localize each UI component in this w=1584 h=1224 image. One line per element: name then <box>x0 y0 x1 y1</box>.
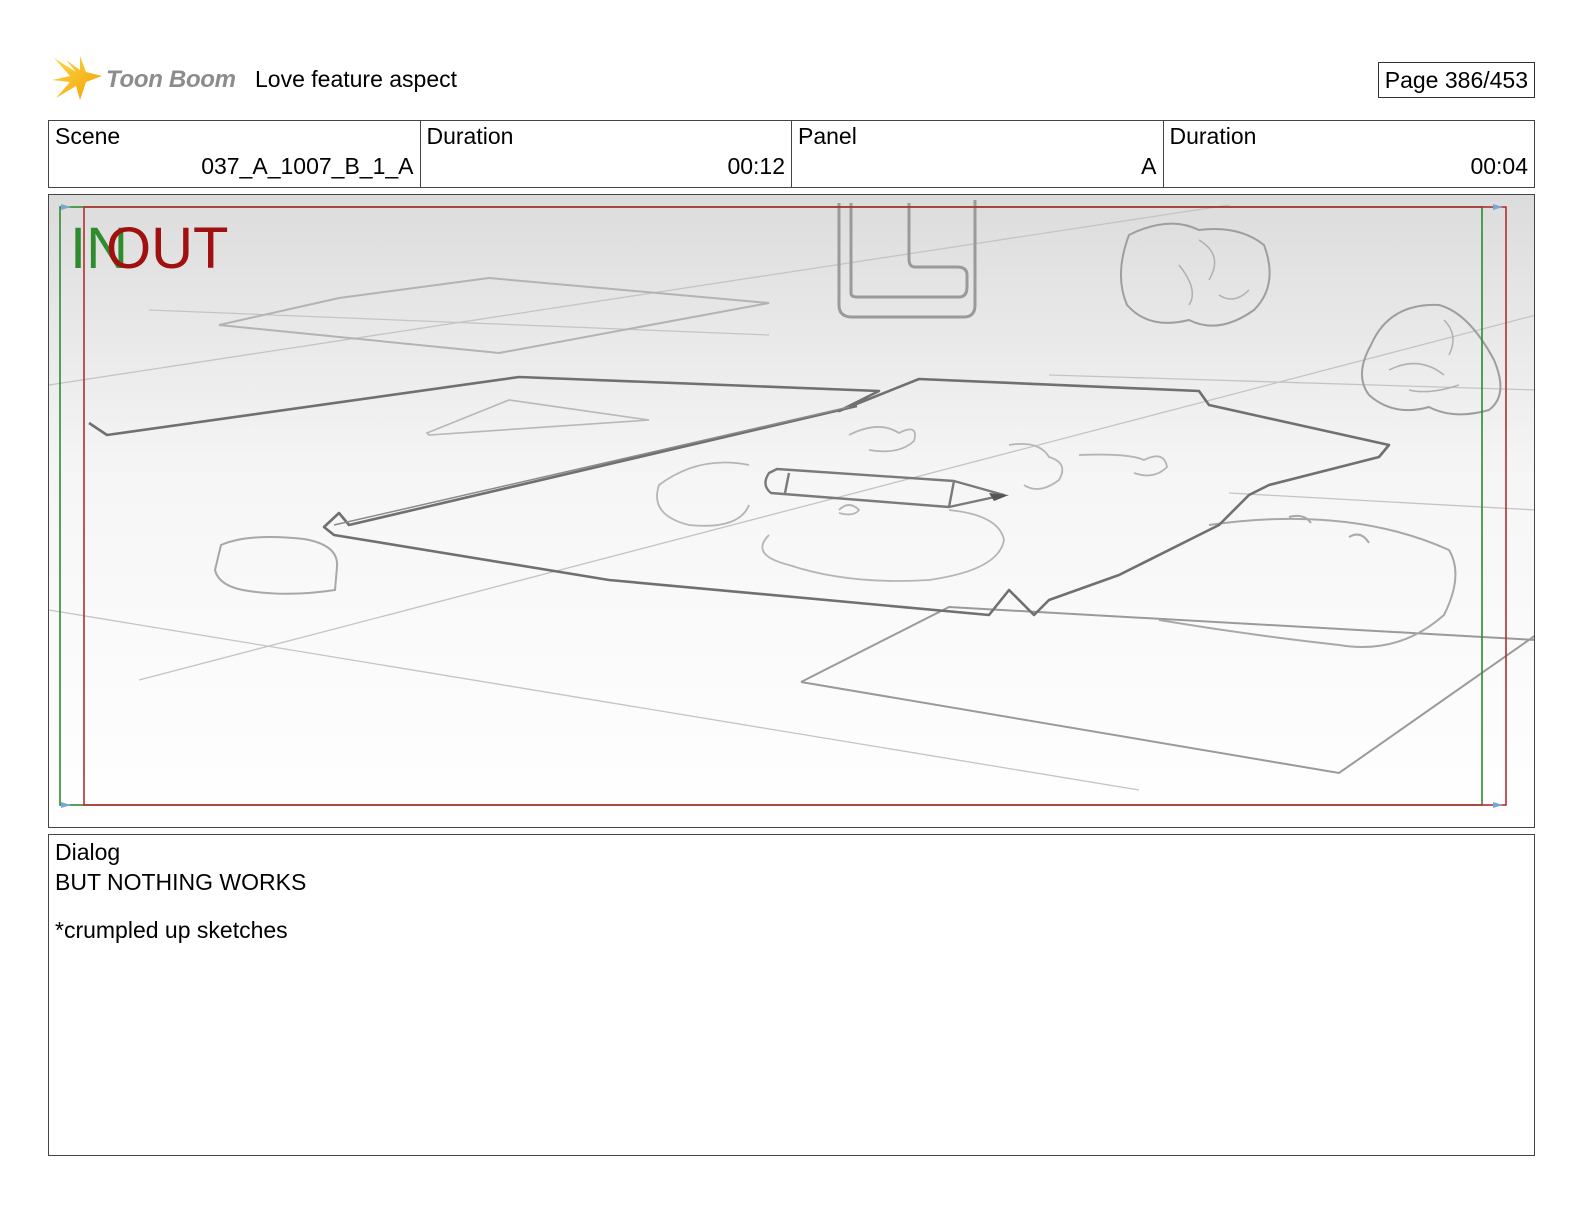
scene-duration-cell: Duration 00:12 <box>419 121 792 187</box>
star-burst-icon <box>52 56 102 100</box>
project-title: Love feature aspect <box>255 66 458 92</box>
storyboard-sketch <box>49 195 1534 827</box>
panel-duration-cell: Duration 00:04 <box>1162 121 1535 187</box>
logo-text: Toon Boom <box>106 66 236 93</box>
storyboard-panel-frame: IN OUT <box>48 194 1535 828</box>
page-number: Page 386/453 <box>1377 62 1535 98</box>
scene-duration-label: Duration <box>426 123 514 149</box>
dialog-label: Dialog <box>55 839 121 865</box>
dialog-box: Dialog BUT NOTHING WORKS *crumpled up sk… <box>48 834 1535 1156</box>
panel-duration-label: Duration <box>1169 123 1257 149</box>
scene-value: 037_A_1007_B_1_A <box>201 153 414 179</box>
scene-info-table: Scene 037_A_1007_B_1_A Duration 00:12 Pa… <box>48 120 1535 188</box>
scene-duration-value: 00:12 <box>727 153 785 179</box>
panel-value: A <box>1141 153 1157 179</box>
page-header: Toon Boom Love feature aspect Page 386/4… <box>48 52 1535 102</box>
dialog-line: BUT NOTHING WORKS <box>55 869 307 895</box>
out-marker: OUT <box>106 216 229 281</box>
scene-label: Scene <box>55 123 121 149</box>
panel-duration-value: 00:04 <box>1470 153 1528 179</box>
scene-cell: Scene 037_A_1007_B_1_A <box>49 121 420 187</box>
panel-cell: Panel A <box>791 121 1163 187</box>
panel-label: Panel <box>798 123 857 149</box>
dialog-line: *crumpled up sketches <box>55 917 288 943</box>
toon-boom-logo: Toon Boom <box>50 54 245 104</box>
